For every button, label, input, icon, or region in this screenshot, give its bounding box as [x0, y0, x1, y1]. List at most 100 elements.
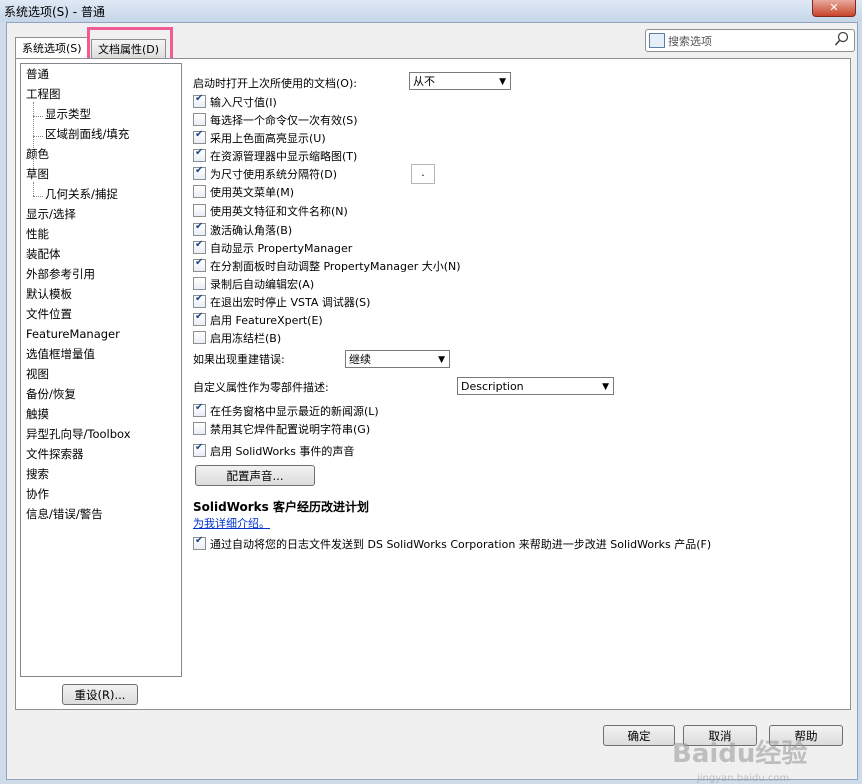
checkbox[interactable] [193, 442, 206, 457]
tree-item-display-selection[interactable]: 显示/选择 [26, 204, 76, 224]
checkbox[interactable] [193, 311, 206, 326]
checkbox[interactable] [193, 147, 206, 162]
tree-item-performance[interactable]: 性能 [26, 224, 49, 244]
checkbox[interactable] [193, 165, 206, 180]
option-label: 在任务窗格中显示最近的新闻源(L) [210, 405, 379, 418]
open-last-dropdown[interactable]: 从不 ▼ [409, 72, 511, 90]
tree-item-featuremanager[interactable]: FeatureManager [26, 324, 120, 344]
search-placeholder: 搜索选项 [668, 35, 712, 48]
option-disable-weldment-strings[interactable]: 禁用其它焊件配置说明字符串(G) [193, 421, 370, 437]
tree-item-display-style[interactable]: 显示类型 [45, 104, 91, 124]
custom-prop-value: Description [461, 380, 524, 393]
option-show-thumbnail-graphics[interactable]: 在资源管理器中显示缩略图(T) [193, 147, 358, 164]
tell-me-more-link[interactable]: 为我详细介绍。 [193, 515, 270, 531]
rebuild-error-dropdown[interactable]: 继续 ▼ [345, 350, 450, 368]
tree-item-messages-errors-warnings[interactable]: 信息/错误/警告 [26, 504, 103, 524]
search-icon[interactable] [834, 31, 850, 47]
tree-item-sketch[interactable]: 草图 [26, 164, 49, 184]
option-input-dimension-value[interactable]: 输入尺寸值(I) [193, 93, 277, 110]
checkbox[interactable] [193, 93, 206, 108]
title-bar: 系统选项(S) - 普通 ✕ [0, 0, 862, 22]
chevron-down-icon: ▼ [602, 382, 609, 392]
tree-connector [33, 196, 43, 197]
tree-item-hole-wizard-toolbox[interactable]: 异型孔向导/Toolbox [26, 424, 131, 444]
tree-item-external-references[interactable]: 外部参考引用 [26, 264, 95, 284]
tree-item-spin-box-increments[interactable]: 选值框增量值 [26, 344, 95, 364]
option-auto-edit-macro[interactable]: 录制后自动编辑宏(A) [193, 276, 314, 292]
checkbox[interactable] [193, 204, 206, 217]
option-label: 激活确认角落(B) [210, 224, 293, 237]
checkbox[interactable] [193, 535, 206, 550]
option-auto-show-propertymanager[interactable]: 自动显示 PropertyManager [193, 239, 353, 256]
option-label: 输入尺寸值(I) [210, 96, 277, 109]
option-auto-size-propertymanager[interactable]: 在分割面板时自动调整 PropertyManager 大小(N) [193, 257, 461, 274]
option-use-system-separator[interactable]: 为尺寸使用系统分隔符(D) [193, 165, 337, 182]
checkbox[interactable] [193, 221, 206, 236]
tree-item-default-templates[interactable]: 默认模板 [26, 284, 72, 304]
watermark-url: jingyan.baidu.com [697, 773, 790, 784]
option-label: 启用 FeatureXpert(E) [210, 314, 323, 327]
tree-item-assemblies[interactable]: 装配体 [26, 244, 61, 264]
checkbox[interactable] [193, 185, 206, 198]
chevron-down-icon: ▼ [438, 355, 445, 365]
options-list-icon [649, 33, 665, 48]
chevron-down-icon: ▼ [499, 77, 506, 87]
option-stop-vsta-debugger[interactable]: 在退出宏时停止 VSTA 调试器(S) [193, 293, 370, 310]
tree-item-file-locations[interactable]: 文件位置 [26, 304, 72, 324]
tree-item-general[interactable]: 普通 [26, 64, 49, 84]
option-label: 使用英文特征和文件名称(N) [210, 205, 348, 218]
custom-prop-dropdown[interactable]: Description ▼ [457, 377, 614, 395]
option-label: 在分割面板时自动调整 PropertyManager 大小(N) [210, 260, 461, 273]
reset-button[interactable]: 重设(R)... [62, 684, 138, 705]
option-enable-featurexpert[interactable]: 启用 FeatureXpert(E) [193, 311, 323, 328]
options-tree[interactable]: 普通 工程图 显示类型 区域剖面线/填充 颜色 草图 几何关系/捕捉 显示/选择… [20, 63, 182, 677]
tree-item-drawings[interactable]: 工程图 [26, 84, 61, 104]
dialog-body: 系统选项(S) 文档属性(D) 搜索选项 普通 工程图 显示类型 区域剖面线/填… [6, 22, 858, 784]
tree-item-backup-recover[interactable]: 备份/恢复 [26, 384, 76, 404]
tree-item-relations-snaps[interactable]: 几何关系/捕捉 [45, 184, 118, 204]
ok-button[interactable]: 确定 [603, 725, 675, 746]
open-last-value: 从不 [413, 75, 435, 88]
option-label: 禁用其它焊件配置说明字符串(G) [210, 423, 371, 436]
tree-item-file-explorer[interactable]: 文件探索器 [26, 444, 84, 464]
checkbox[interactable] [193, 257, 206, 272]
checkbox[interactable] [193, 277, 206, 290]
option-english-feature-file-names[interactable]: 使用英文特征和文件名称(N) [193, 203, 348, 219]
close-button[interactable]: ✕ [812, 0, 856, 17]
configure-sounds-button[interactable]: 配置声音... [195, 465, 315, 486]
option-confirmation-corner[interactable]: 激活确认角落(B) [193, 221, 293, 238]
checkbox[interactable] [193, 113, 206, 126]
option-label: 自动显示 PropertyManager [210, 242, 353, 255]
checkbox[interactable] [193, 129, 206, 144]
rebuild-error-label: 如果出现重建错误: [193, 353, 285, 366]
option-label: 采用上色面高亮显示(U) [210, 132, 326, 145]
option-label: 通过自动将您的日志文件发送到 DS SolidWorks Corporation… [210, 538, 712, 551]
tree-item-touch[interactable]: 触摸 [26, 404, 49, 424]
checkbox[interactable] [193, 422, 206, 435]
window-title: 系统选项(S) - 普通 [4, 5, 105, 19]
tree-item-area-hatch[interactable]: 区域剖面线/填充 [45, 124, 129, 144]
option-single-command-per-pick[interactable]: 每选择一个命令仅一次有效(S) [193, 112, 358, 128]
option-shaded-face-highlighting[interactable]: 采用上色面高亮显示(U) [193, 129, 326, 146]
option-enable-freeze-bar[interactable]: 启用冻结栏(B) [193, 330, 281, 346]
option-label: 启用冻结栏(B) [210, 332, 282, 345]
tree-connector [33, 136, 43, 137]
program-title: SolidWorks 客户经历改进计划 [193, 500, 369, 514]
tree-item-view[interactable]: 视图 [26, 364, 49, 384]
option-english-menus[interactable]: 使用英文菜单(M) [193, 184, 294, 200]
tree-item-colors[interactable]: 颜色 [26, 144, 49, 164]
option-send-log-files[interactable]: 通过自动将您的日志文件发送到 DS SolidWorks Corporation… [193, 535, 712, 552]
tree-item-collaboration[interactable]: 协作 [26, 484, 49, 504]
checkbox[interactable] [193, 331, 206, 344]
search-box[interactable]: 搜索选项 [645, 29, 855, 52]
option-show-latest-news-feeds[interactable]: 在任务窗格中显示最近的新闻源(L) [193, 402, 379, 419]
checkbox[interactable] [193, 293, 206, 308]
tree-item-search[interactable]: 搜索 [26, 464, 49, 484]
checkbox[interactable] [193, 402, 206, 417]
option-label: 每选择一个命令仅一次有效(S) [210, 114, 358, 127]
checkbox[interactable] [193, 239, 206, 254]
separator-field[interactable]: . [411, 164, 435, 184]
tab-system-options[interactable]: 系统选项(S) [15, 37, 89, 59]
option-label: 在资源管理器中显示缩略图(T) [210, 150, 358, 163]
option-enable-event-sounds[interactable]: 启用 SolidWorks 事件的声音 [193, 442, 354, 459]
